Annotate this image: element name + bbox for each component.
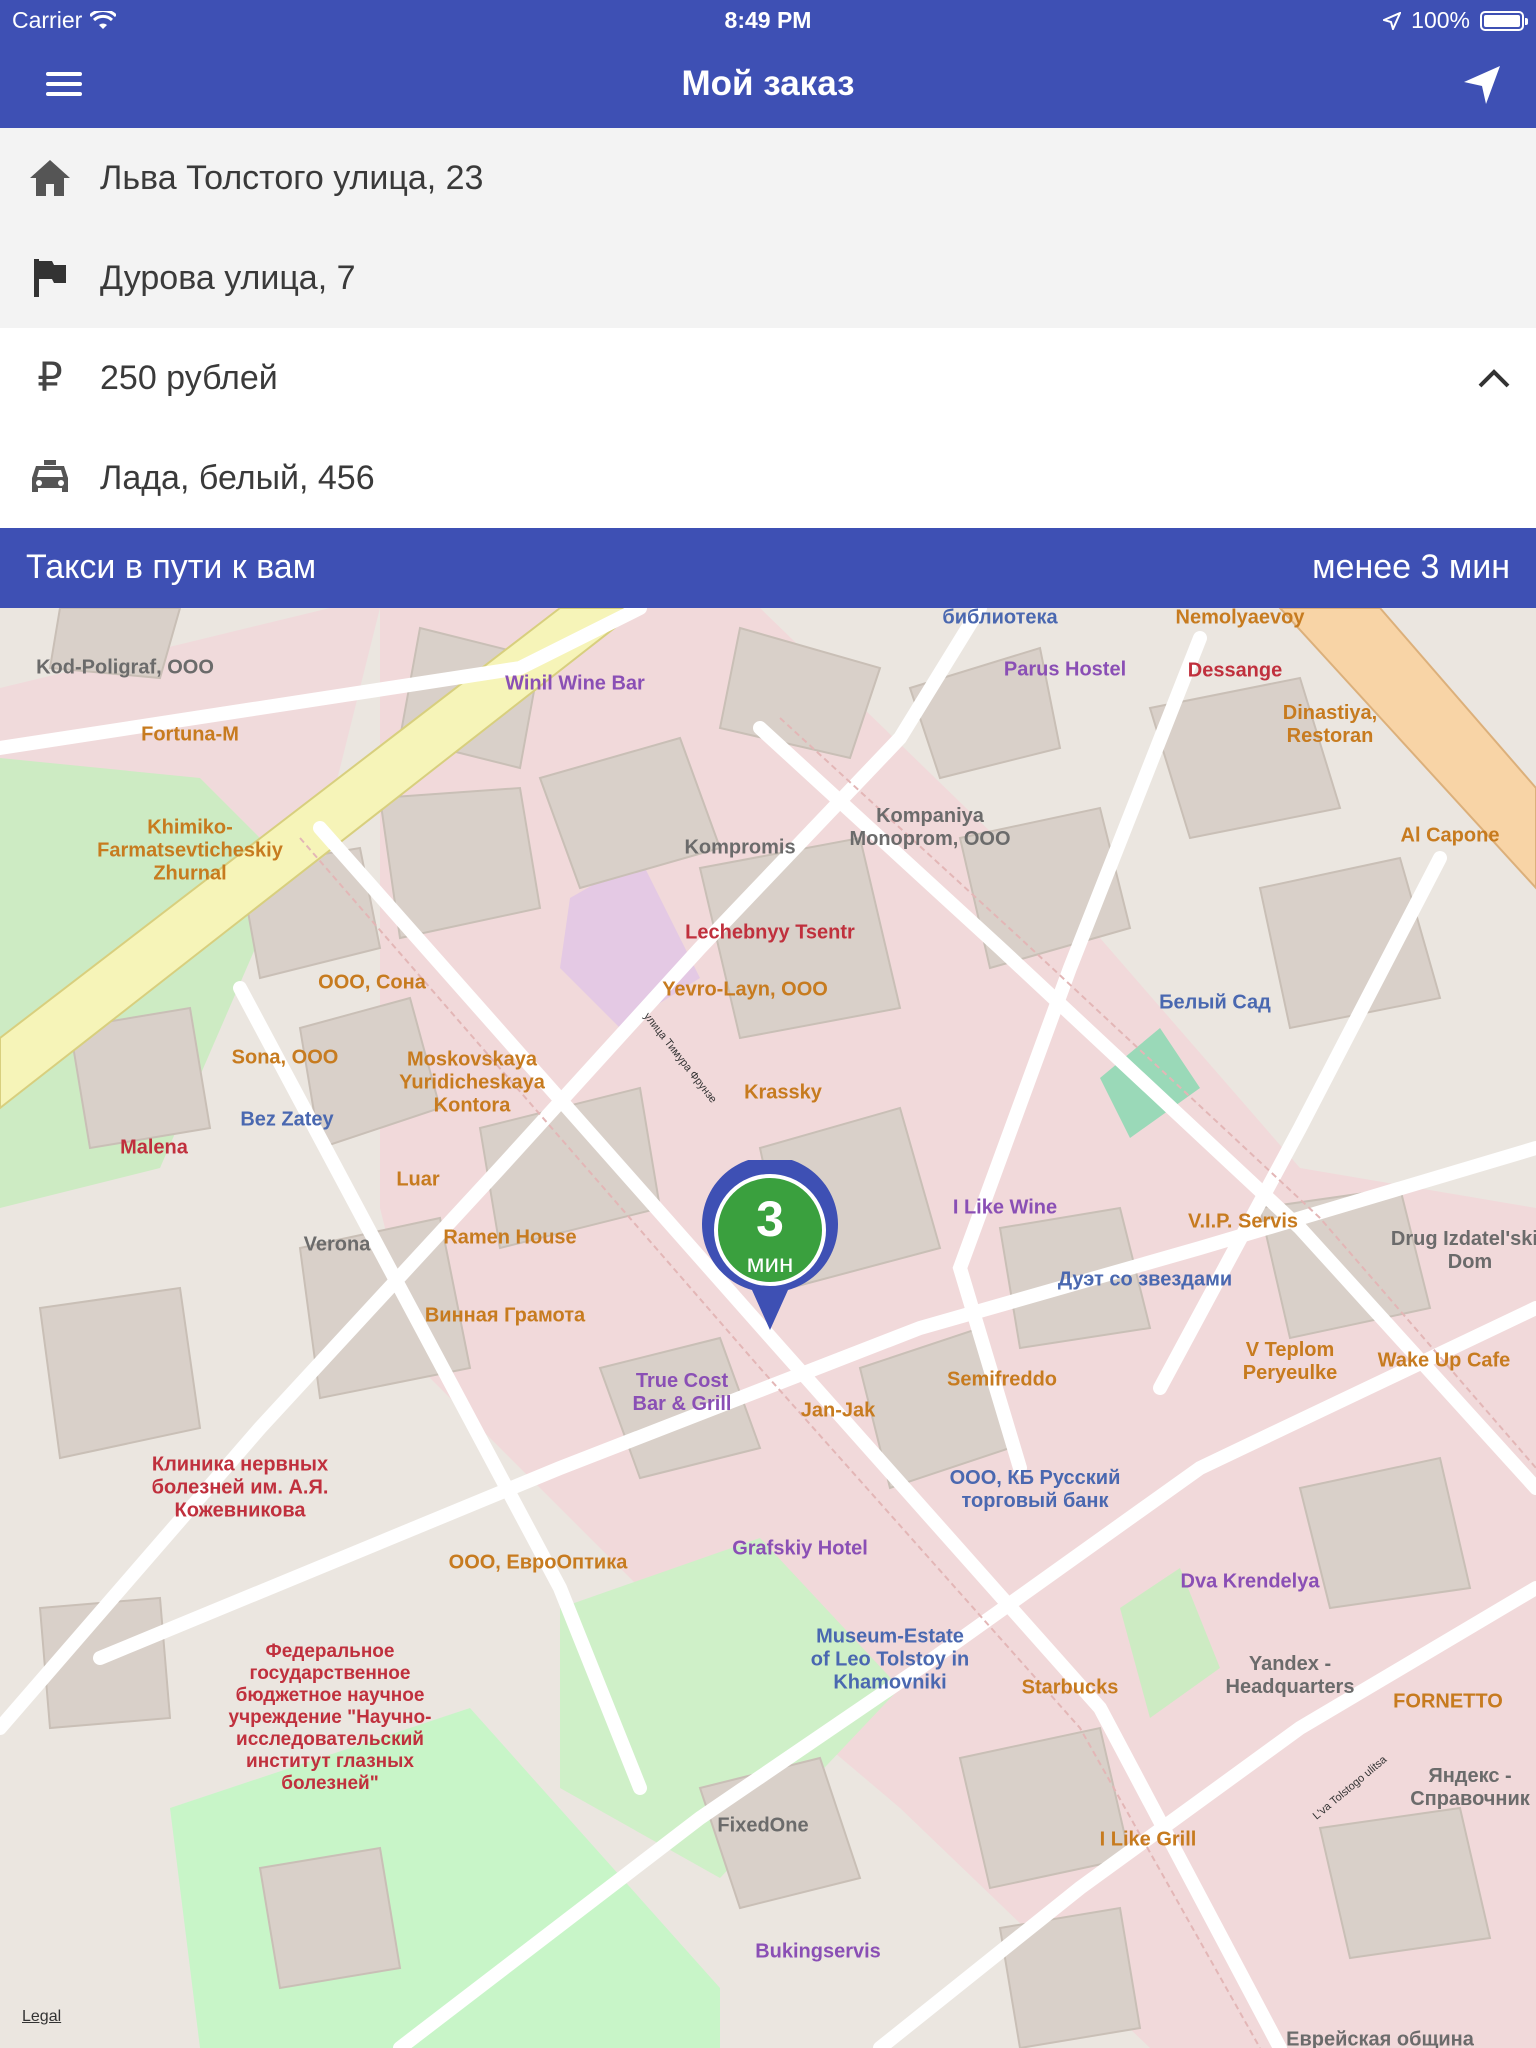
- flag-icon: [0, 228, 100, 328]
- wifi-icon: [90, 10, 117, 29]
- map-label: Parus Hostel: [1003, 658, 1127, 681]
- map-label: FixedOne: [717, 1814, 809, 1837]
- map-label: Yevro-Layn, ООО: [662, 978, 828, 1001]
- map-label: Клиника нервных болезней им. А.Я. Кожевн…: [151, 1453, 329, 1522]
- map-label: Moskovskaya Yuridicheskaya Kontora: [399, 1048, 545, 1117]
- chevron-up-icon[interactable]: [1474, 358, 1514, 398]
- map-label: Dinastiya, Restoran: [1282, 702, 1378, 747]
- map-label: Винная Грамота: [424, 1304, 586, 1327]
- map-label: FORNETTO: [1393, 1690, 1503, 1713]
- map-label: Федеральное государственное бюджетное на…: [228, 1641, 432, 1794]
- map-label: Krassky: [744, 1081, 822, 1104]
- nav-bar: Мой заказ: [0, 40, 1536, 128]
- price-row: ₽ 250 рублей: [0, 328, 1536, 428]
- car-row: Лада, белый, 456: [0, 428, 1536, 528]
- map-label: Kod-Poligraf, ООО: [36, 656, 214, 679]
- trip-eta: менее 3 мин: [1312, 548, 1510, 586]
- map-label: ООО, КБ Русский торговый банк: [949, 1467, 1121, 1512]
- map-label: Sona, ООО: [231, 1046, 339, 1069]
- map-label: Белый Сад: [1159, 991, 1271, 1014]
- map-label: Яндекс - Справочник: [1410, 1765, 1530, 1810]
- home-icon: [0, 128, 100, 228]
- map-label: Fortuna-M: [141, 723, 239, 746]
- map-label: Wake Up Cafe: [1377, 1349, 1511, 1372]
- destination-row[interactable]: Дурова улица, 7: [0, 228, 1536, 328]
- map-label: Еврейская община: [1286, 2028, 1474, 2048]
- map-label: Khimiko-Farmatsevticheskiy Zhurnal: [97, 816, 283, 885]
- map-label: Drug Izdatel'skiy Dom: [1390, 1228, 1536, 1273]
- map-label: Ramen House: [443, 1226, 577, 1249]
- legal-link[interactable]: Legal: [22, 2008, 61, 2026]
- map-label: Dessange: [1187, 659, 1283, 682]
- map-label: Verona: [303, 1233, 371, 1256]
- map-label: Al Capone: [1400, 824, 1500, 847]
- carrier-info: Carrier: [12, 7, 117, 34]
- map-label: Dva Krendelya: [1180, 1570, 1320, 1593]
- map-label: Museum-Estate of Leo Tolstoy in Khamovni…: [810, 1625, 970, 1694]
- taxi-icon: [0, 428, 100, 528]
- map-label: Bukingservis: [755, 1940, 881, 1963]
- map-label: Semifreddo: [946, 1368, 1058, 1391]
- map-label: Lechebnyy Tsentr: [685, 921, 855, 944]
- trip-status-message: Такси в пути к вам: [26, 548, 317, 586]
- map-label: ООО, Сона: [318, 971, 426, 994]
- location-arrow-icon[interactable]: [1456, 58, 1510, 112]
- map-label: Winil Wine Bar: [505, 672, 645, 695]
- location-services-icon: [1383, 11, 1402, 30]
- pickup-address: Льва Толстого улица, 23: [100, 158, 484, 197]
- price-value: 250 рублей: [100, 358, 278, 397]
- map-label: Дуэт со звездами: [1057, 1268, 1233, 1291]
- eta-pin-value: 3: [756, 1191, 784, 1247]
- map-label: Grafskiy Hotel: [732, 1537, 868, 1560]
- ruble-icon: ₽: [0, 328, 100, 428]
- status-bar: Carrier 8:49 PM 100%: [0, 0, 1536, 40]
- carrier-label: Carrier: [12, 7, 83, 33]
- map-label: Jan-Jak: [800, 1399, 876, 1422]
- battery-icon: [1480, 10, 1528, 31]
- map-label: библиотека: [942, 608, 1058, 629]
- map-label: Kompaniya Monoprom, ООО: [849, 805, 1011, 850]
- map-label: Luar: [396, 1168, 440, 1191]
- map-label: V.I.P. Servis: [1187, 1210, 1299, 1233]
- map-label: V Teplom Peryeulke: [1242, 1339, 1338, 1384]
- status-time: 8:49 PM: [724, 7, 812, 33]
- map-label: ООО, ЕвроОптика: [448, 1551, 628, 1574]
- map-label: Kompromis: [684, 836, 796, 859]
- map-label: I Like Grill: [1099, 1828, 1197, 1851]
- map-label: Starbucks: [1021, 1676, 1119, 1699]
- ruble-symbol: ₽: [37, 356, 63, 400]
- map-label: I Like Wine: [952, 1196, 1058, 1219]
- map-label: Yandex - Headquarters: [1225, 1653, 1355, 1698]
- destination-address: Дурова улица, 7: [100, 258, 356, 297]
- pickup-row[interactable]: Льва Толстого улица, 23: [0, 128, 1536, 228]
- menu-icon[interactable]: [38, 66, 90, 102]
- trip-status-bar: Такси в пути к вам менее 3 мин: [0, 528, 1536, 608]
- map-label: Nemolyaevoy: [1175, 608, 1305, 629]
- map-label: True Cost Bar & Grill: [632, 1370, 732, 1415]
- map-label: Malena: [120, 1136, 188, 1159]
- taxi-eta-pin[interactable]: 3 мин: [700, 1156, 840, 1340]
- car-description: Лада, белый, 456: [100, 458, 375, 497]
- map-label: Bez Zatey: [240, 1108, 334, 1131]
- page-title: Мой заказ: [681, 64, 855, 103]
- battery-fill: [1484, 14, 1520, 27]
- eta-pin-unit: мин: [746, 1248, 794, 1278]
- battery-percent: 100%: [1411, 7, 1470, 33]
- status-right: 100%: [1383, 7, 1528, 34]
